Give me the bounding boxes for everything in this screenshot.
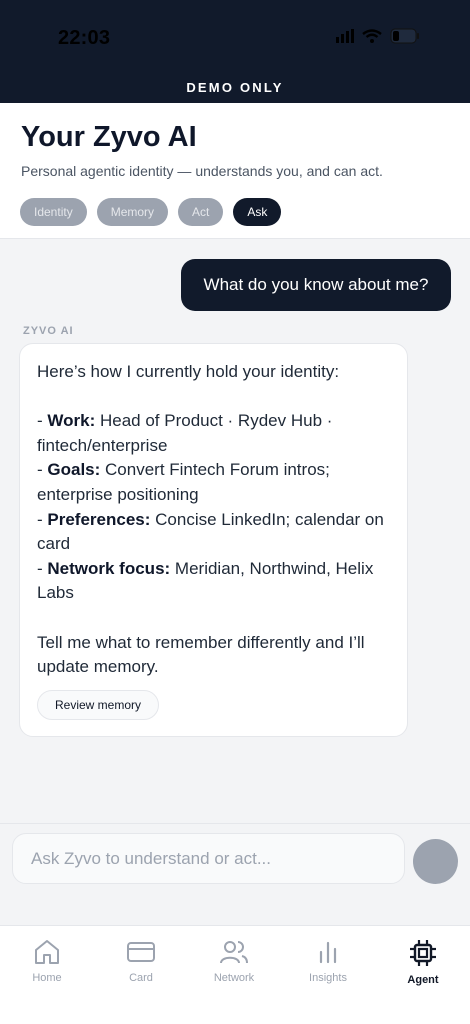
battery-icon (390, 28, 419, 44)
top-bar: 22:03 DEMO ONLY (0, 0, 470, 103)
signal-icon (336, 29, 354, 43)
ai-item-goals: - Goals: Convert Fintech Forum intros; e… (37, 460, 330, 504)
chip-ask[interactable]: Ask (233, 198, 282, 226)
ai-item-work: - Work: Head of Product · Rydev Hub · fi… (37, 411, 333, 455)
demo-banner: DEMO ONLY (186, 80, 284, 95)
mode-chips: Identity Memory Act Ask (20, 198, 282, 226)
home-icon (35, 940, 59, 964)
nav-agent[interactable]: Agent (388, 938, 458, 986)
item-key: Goals: (47, 460, 101, 480)
status-icons (336, 28, 420, 44)
nav-label-agent: Agent (407, 974, 439, 986)
page-header: Your Zyvo AI Personal agentic identity —… (0, 103, 470, 239)
status-time: 22:03 (58, 27, 111, 49)
item-key: Network focus: (47, 558, 171, 578)
ai-sender-label: ZYVO AI (23, 325, 74, 337)
ai-item-network-focus: - Network focus: Meridian, Northwind, He… (37, 558, 374, 603)
card-icon (127, 942, 155, 962)
nav-label-insights: Insights (309, 972, 347, 984)
review-memory-button[interactable]: Review memory (37, 690, 159, 720)
composer: Ask Zyvo to understand or act... (0, 823, 470, 925)
chip-memory[interactable]: Memory (96, 198, 169, 226)
nav-label-card: Card (129, 972, 153, 984)
ai-message-text: Here’s how I currently hold your identit… (37, 360, 397, 680)
item-key: Preferences: (47, 509, 151, 529)
nav-insights[interactable]: Insights (293, 938, 363, 984)
page-subtitle: Personal agentic identity — understands … (21, 163, 383, 179)
people-icon (220, 941, 248, 964)
bottom-nav: Home Card Network Insights Agent (0, 925, 470, 1024)
nav-label-home: Home (32, 972, 62, 984)
bar-chart-icon (319, 941, 337, 964)
ai-outro: Tell me what to remember differently and… (37, 632, 365, 677)
user-message-bubble: What do you know about me? (181, 259, 451, 311)
nav-network[interactable]: Network (199, 938, 269, 984)
ai-message-card: Here’s how I currently hold your identit… (19, 343, 408, 737)
ask-input[interactable]: Ask Zyvo to understand or act... (12, 833, 405, 884)
page-title: Your Zyvo AI (21, 121, 197, 153)
ai-intro: Here’s how I currently hold your identit… (37, 362, 340, 381)
nav-home[interactable]: Home (12, 938, 82, 984)
chip-act[interactable]: Act (178, 198, 224, 226)
wifi-icon (362, 29, 382, 43)
item-key: Work: (47, 411, 96, 431)
nav-card[interactable]: Card (106, 938, 176, 984)
ai-item-preferences: - Preferences: Concise LinkedIn; calenda… (37, 509, 384, 554)
chip-icon (410, 940, 436, 966)
send-button[interactable] (413, 839, 458, 884)
nav-label-network: Network (213, 972, 255, 984)
chip-identity[interactable]: Identity (20, 198, 87, 226)
